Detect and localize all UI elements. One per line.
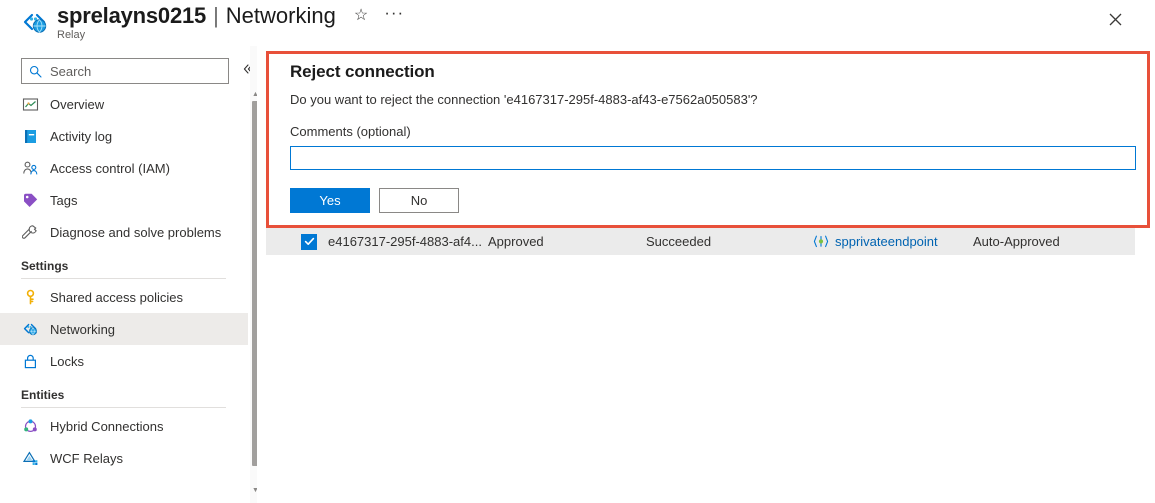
- activity-log-icon: [21, 127, 40, 146]
- key-icon: [21, 288, 40, 307]
- networking-icon: [21, 320, 40, 339]
- sidebar-item-shared-access-policies[interactable]: Shared access policies: [0, 281, 248, 313]
- dialog-title: Reject connection: [290, 62, 435, 81]
- blade-header: sprelayns0215 | Networking ☆ ··· Relay: [0, 0, 1155, 46]
- azure-portal-blade: sprelayns0215 | Networking ☆ ··· Relay S…: [0, 0, 1155, 503]
- blade-sidebar: Overview Activity log: [0, 46, 256, 503]
- sidebar-item-hybrid-connections[interactable]: Hybrid Connections: [0, 410, 248, 442]
- relay-icon: [20, 8, 50, 38]
- sidebar-item-label: Locks: [50, 353, 84, 369]
- sidebar-item-activity-log[interactable]: Activity log: [0, 120, 248, 152]
- page-name: Networking: [225, 3, 336, 28]
- sidebar-group-settings: Settings: [0, 259, 248, 279]
- reject-connection-dialog: Reject connection Do you want to reject …: [290, 62, 1140, 213]
- search-box[interactable]: [21, 58, 229, 84]
- star-icon[interactable]: ☆: [354, 8, 368, 24]
- sidebar-item-label: Networking: [50, 321, 116, 337]
- close-icon[interactable]: [1102, 6, 1128, 32]
- resource-type-label: Relay: [57, 29, 86, 41]
- sidebar-item-label: Activity log: [50, 128, 113, 144]
- dialog-question: Do you want to reject the connection 'e4…: [290, 92, 758, 107]
- access-control-icon: [21, 159, 40, 178]
- sidebar-item-tags[interactable]: Tags: [0, 184, 248, 216]
- sidebar-item-label: WCF Relays: [50, 450, 123, 466]
- sidebar-item-wcf-relays[interactable]: WCF Relays: [0, 442, 248, 474]
- page-title: sprelayns0215 | Networking ☆ ···: [57, 0, 404, 32]
- no-button[interactable]: No: [379, 188, 459, 213]
- private-endpoint-icon: [812, 234, 830, 250]
- search-input[interactable]: [48, 62, 208, 80]
- hybrid-connections-icon: [21, 417, 40, 436]
- cell-connection-name: e4167317-295f-4883-af4...: [328, 234, 482, 249]
- ellipsis-icon[interactable]: ···: [384, 4, 404, 28]
- resource-name: sprelayns0215: [57, 3, 207, 28]
- comments-label: Comments (optional): [290, 124, 411, 139]
- cell-provisioning-state: Succeeded: [646, 234, 712, 249]
- yes-button[interactable]: Yes: [290, 188, 370, 213]
- sidebar-item-diagnose[interactable]: Diagnose and solve problems: [0, 216, 248, 248]
- wcf-relays-icon: [21, 449, 40, 468]
- comments-input[interactable]: [290, 146, 1136, 170]
- sidebar-nav: Overview Activity log Access control (IA…: [0, 88, 248, 474]
- sidebar-item-label: Diagnose and solve problems: [50, 224, 222, 240]
- search-icon: [29, 65, 42, 78]
- private-endpoint-connections-table: e4167317-295f-4883-af4... Approved Succe…: [266, 228, 1150, 255]
- sidebar-item-label: Shared access policies: [50, 289, 183, 305]
- diagnose-icon: [21, 223, 40, 242]
- cell-private-endpoint-link[interactable]: spprivateendpoint: [835, 234, 938, 249]
- sidebar-item-access-control[interactable]: Access control (IAM): [0, 152, 248, 184]
- sidebar-item-label: Hybrid Connections: [50, 418, 164, 434]
- divider: [21, 278, 226, 279]
- dialog-actions: Yes No: [290, 188, 1140, 213]
- sidebar-group-title: Settings: [21, 259, 69, 273]
- sidebar-item-label: Overview: [50, 96, 105, 112]
- cell-description: Auto-Approved: [973, 234, 1060, 249]
- sidebar-group-title: Entities: [21, 388, 65, 402]
- cell-connection-state: Approved: [488, 234, 544, 249]
- sidebar-group-entities: Entities: [0, 388, 248, 408]
- overview-icon: [21, 95, 40, 114]
- title-separator: |: [213, 3, 219, 28]
- sidebar-item-label: Access control (IAM): [50, 160, 170, 176]
- row-checkbox[interactable]: [301, 233, 317, 250]
- divider: [21, 407, 226, 408]
- lock-icon: [21, 352, 40, 371]
- sidebar-item-locks[interactable]: Locks: [0, 345, 248, 377]
- sidebar-item-networking[interactable]: Networking: [0, 313, 248, 345]
- sidebar-item-overview[interactable]: Overview: [0, 88, 248, 120]
- sidebar-item-label: Tags: [50, 192, 78, 208]
- table-row[interactable]: e4167317-295f-4883-af4... Approved Succe…: [266, 228, 1135, 255]
- tag-icon: [21, 191, 40, 210]
